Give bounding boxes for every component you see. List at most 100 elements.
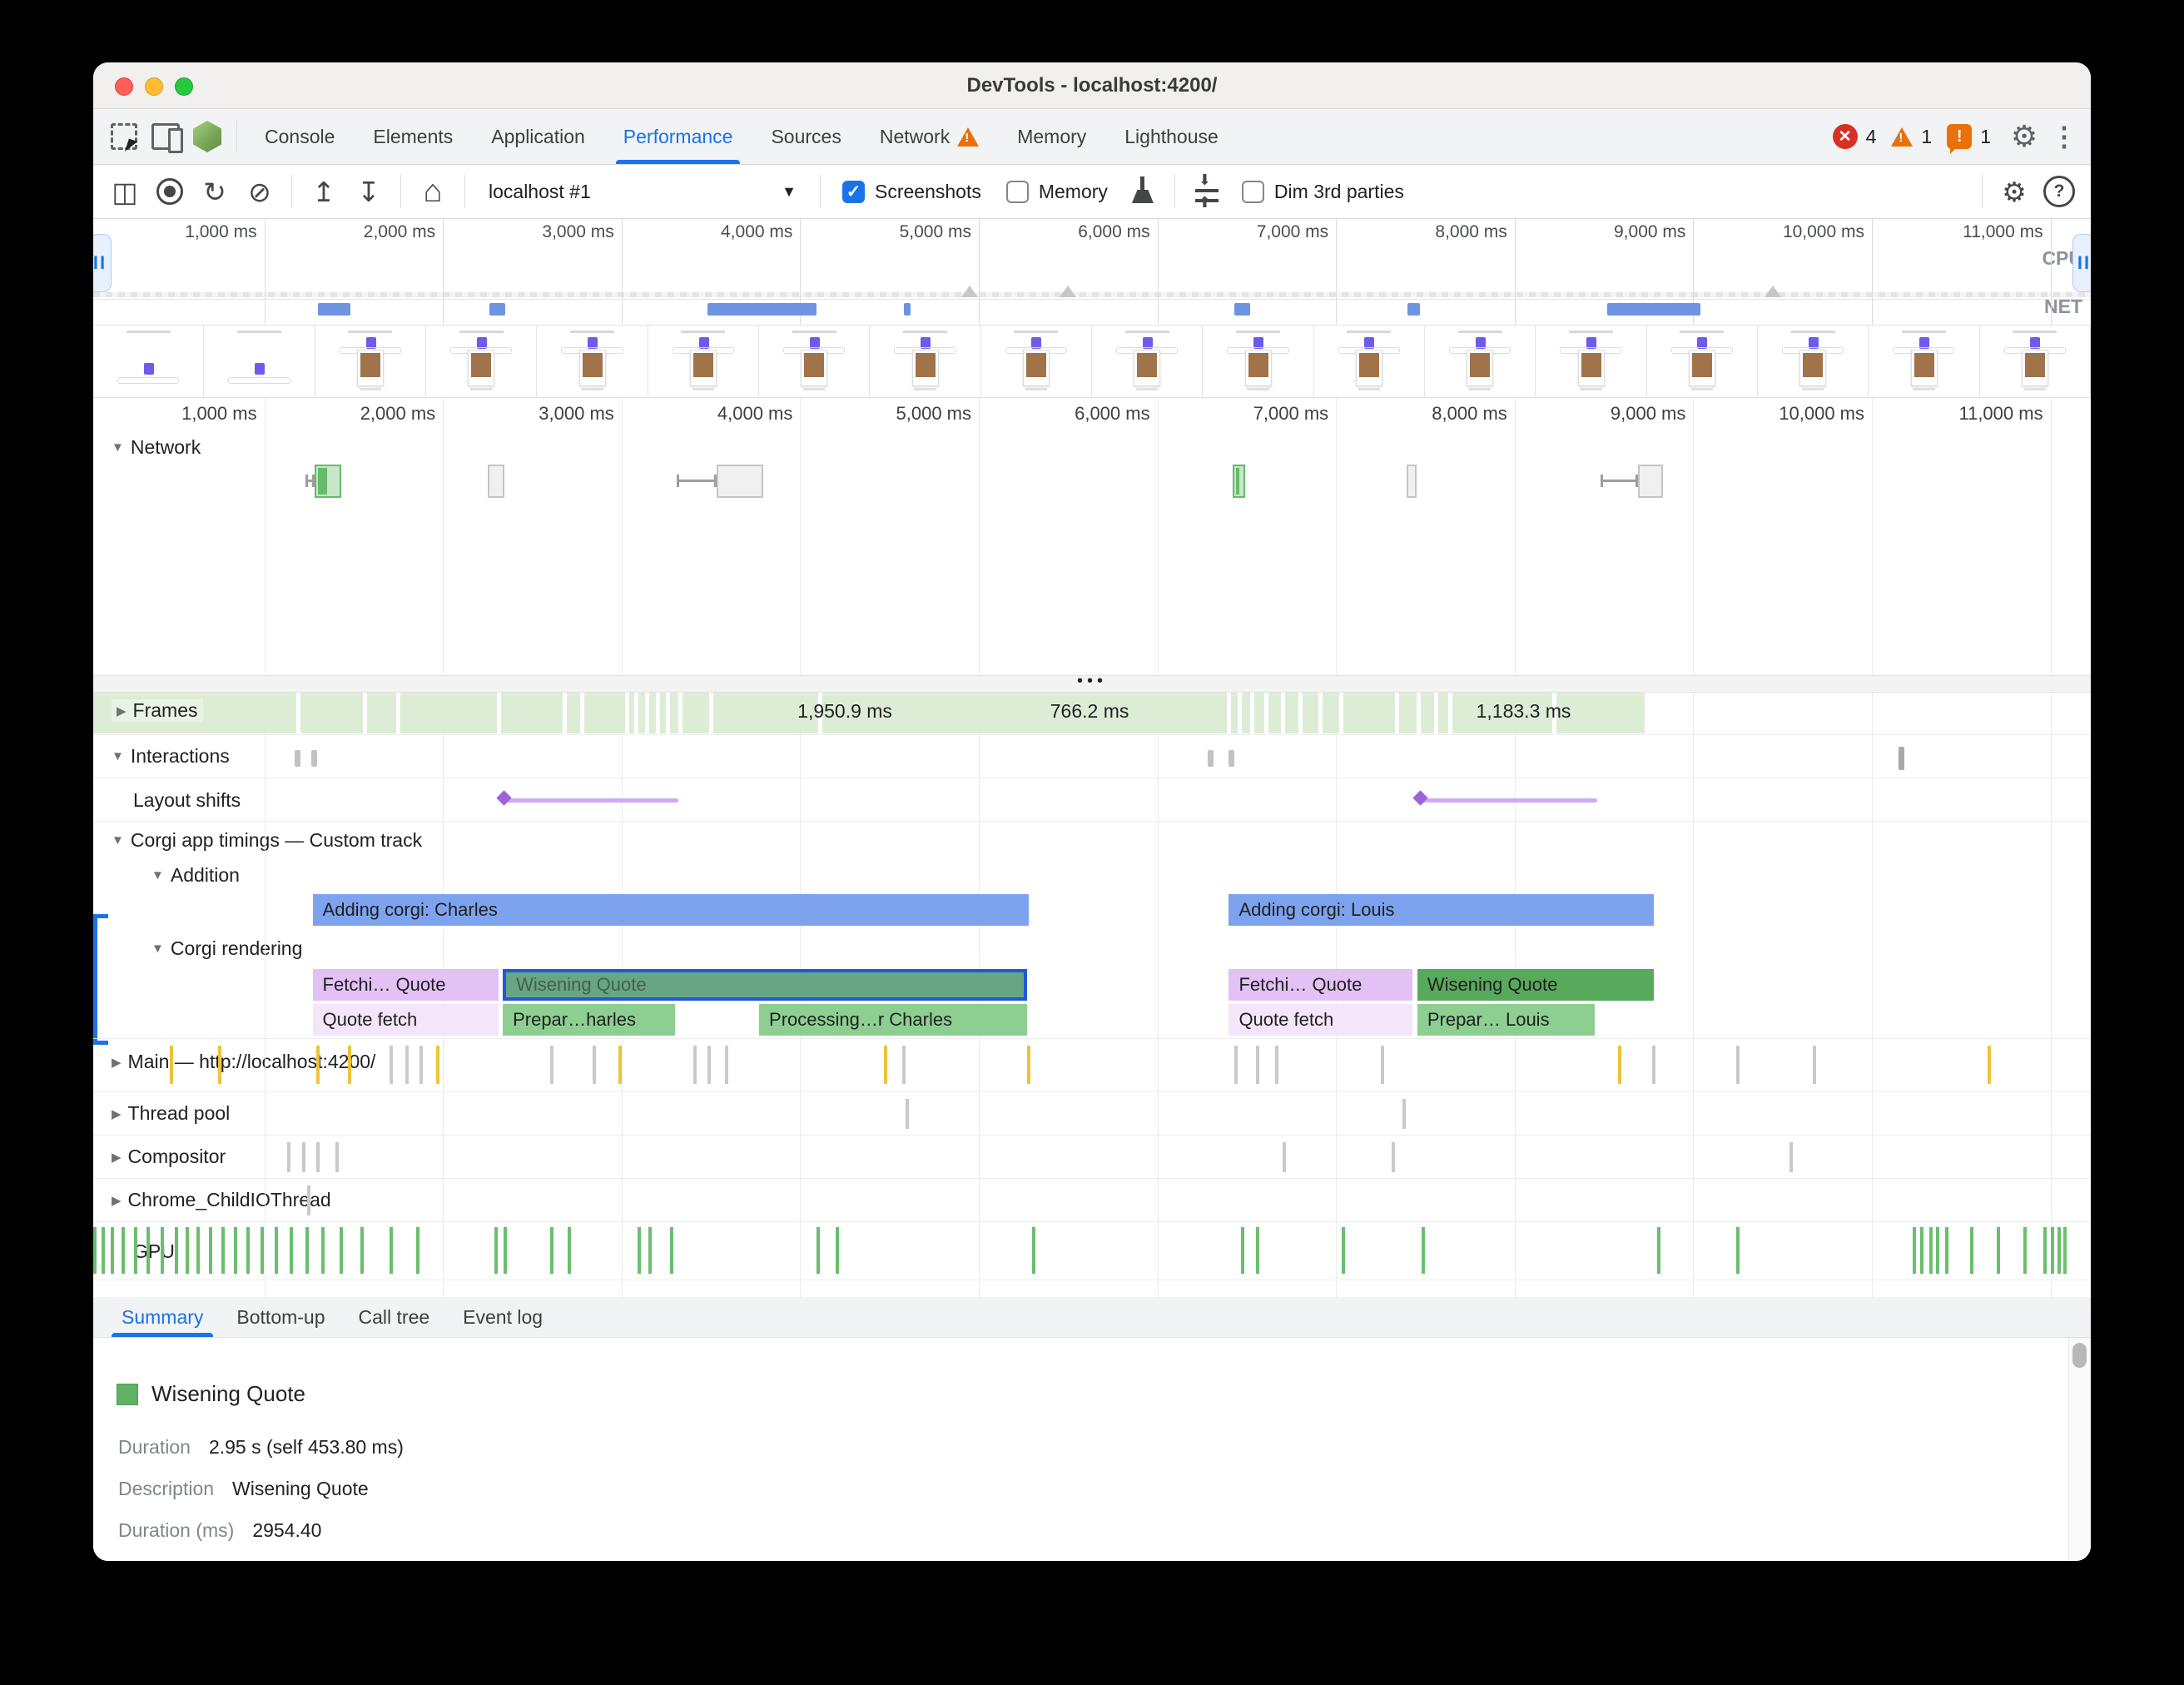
track-custom-rendering[interactable]: ▼ Corgi rendering bbox=[151, 937, 302, 960]
activity-tick[interactable] bbox=[307, 1185, 310, 1215]
activity-tick[interactable] bbox=[436, 1046, 439, 1084]
activity-tick[interactable] bbox=[568, 1227, 571, 1274]
track-layout-shifts[interactable]: Layout shifts bbox=[133, 789, 241, 812]
activity-tick[interactable] bbox=[1929, 1227, 1933, 1274]
timeline-overview[interactable]: CPU NET II II 1,000 ms2,000 ms3,000 ms4,… bbox=[93, 219, 2091, 326]
filmstrip-thumbnail[interactable] bbox=[1647, 326, 1758, 397]
activity-tick[interactable] bbox=[246, 1227, 250, 1274]
activity-tick[interactable] bbox=[340, 1227, 343, 1274]
track-compositor[interactable]: ▶ Compositor bbox=[112, 1146, 226, 1168]
flame-bar-selected[interactable]: Wisening Quote bbox=[503, 969, 1027, 1001]
flame-bar[interactable]: Quote fetch bbox=[313, 1004, 499, 1036]
activity-tick[interactable] bbox=[1283, 1142, 1286, 1172]
activity-tick[interactable] bbox=[2023, 1227, 2027, 1274]
tab-sources[interactable]: Sources bbox=[752, 109, 860, 164]
activity-tick[interactable] bbox=[2063, 1227, 2067, 1274]
activity-tick[interactable] bbox=[906, 1099, 909, 1129]
filmstrip-thumbnail[interactable] bbox=[1203, 326, 1313, 397]
details-scrollbar[interactable] bbox=[2068, 1338, 2091, 1561]
activity-tick[interactable] bbox=[550, 1046, 553, 1084]
track-thread-pool[interactable]: ▶ Thread pool bbox=[112, 1102, 230, 1125]
dim-3rd-parties-checkbox[interactable]: Dim 3rd parties bbox=[1232, 181, 1414, 203]
activity-tick[interactable] bbox=[390, 1227, 393, 1274]
flame-bar[interactable]: Prepar… Louis bbox=[1417, 1004, 1596, 1036]
filmstrip-thumbnail[interactable] bbox=[426, 326, 537, 397]
triangle-down-icon[interactable]: ▼ bbox=[112, 440, 124, 455]
warnings-badge-icon[interactable] bbox=[1891, 127, 1913, 147]
triangle-right-icon[interactable]: ▶ bbox=[112, 1150, 122, 1165]
flame-bar[interactable]: Fetchi… Quote bbox=[313, 969, 499, 1001]
flame-bar[interactable]: Processing…r Charles bbox=[759, 1004, 1027, 1036]
activity-tick[interactable] bbox=[316, 1046, 320, 1084]
triangle-down-icon[interactable]: ▼ bbox=[151, 868, 164, 882]
record-icon[interactable] bbox=[150, 171, 190, 211]
activity-tick[interactable] bbox=[134, 1227, 137, 1274]
issues-badge-icon[interactable]: ! bbox=[1947, 124, 1972, 149]
activity-tick[interactable] bbox=[593, 1046, 596, 1084]
upload-profile-icon[interactable]: ↥ bbox=[304, 171, 344, 211]
flamechart-tracks[interactable]: ▼ Network ▼ Interactions Layout shifts ▼… bbox=[93, 398, 2091, 1298]
activity-tick[interactable] bbox=[146, 1227, 150, 1274]
activity-tick[interactable] bbox=[670, 1227, 673, 1274]
details-tab-call-tree[interactable]: Call tree bbox=[345, 1297, 444, 1337]
activity-tick[interactable] bbox=[1241, 1227, 1244, 1274]
tab-console[interactable]: Console bbox=[246, 109, 354, 164]
activity-tick[interactable] bbox=[111, 1227, 114, 1274]
activity-tick[interactable] bbox=[1936, 1227, 1939, 1274]
overview-right-drag-handle[interactable]: II bbox=[2072, 234, 2091, 292]
activity-tick[interactable] bbox=[321, 1227, 325, 1274]
extension-hexagon-icon[interactable] bbox=[188, 117, 226, 156]
activity-tick[interactable] bbox=[1813, 1046, 1816, 1084]
filmstrip-thumbnail[interactable] bbox=[1869, 326, 1979, 397]
layout-shift-line[interactable] bbox=[505, 798, 679, 803]
activity-tick[interactable] bbox=[638, 1227, 641, 1274]
activity-tick[interactable] bbox=[218, 1046, 221, 1084]
triangle-down-icon[interactable]: ▼ bbox=[151, 942, 164, 956]
overview-left-drag-handle[interactable]: II bbox=[93, 234, 112, 292]
tab-elements[interactable]: Elements bbox=[354, 109, 472, 164]
filmstrip-thumbnail[interactable] bbox=[537, 326, 648, 397]
activity-tick[interactable] bbox=[1736, 1227, 1740, 1274]
details-tab-summary[interactable]: Summary bbox=[108, 1297, 216, 1337]
activity-tick[interactable] bbox=[1997, 1227, 2000, 1274]
activity-tick[interactable] bbox=[122, 1227, 125, 1274]
tab-network[interactable]: Network bbox=[861, 109, 998, 164]
activity-tick[interactable] bbox=[1618, 1046, 1621, 1084]
activity-tick[interactable] bbox=[1988, 1046, 1991, 1084]
settings-gear-icon[interactable]: ⚙ bbox=[2006, 119, 2043, 154]
activity-tick[interactable] bbox=[2057, 1227, 2061, 1274]
filmstrip-thumbnail[interactable] bbox=[1758, 326, 1869, 397]
activity-tick[interactable] bbox=[305, 1227, 309, 1274]
activity-tick[interactable] bbox=[348, 1046, 351, 1084]
activity-tick[interactable] bbox=[618, 1046, 622, 1084]
triangle-right-icon[interactable]: ▶ bbox=[117, 703, 127, 718]
activity-tick[interactable] bbox=[196, 1227, 200, 1274]
activity-tick[interactable] bbox=[234, 1227, 237, 1274]
flame-bar[interactable]: Fetchi… Quote bbox=[1228, 969, 1412, 1001]
activity-tick[interactable] bbox=[102, 1227, 105, 1274]
activity-tick[interactable] bbox=[1027, 1046, 1030, 1084]
interaction-mark[interactable] bbox=[1228, 750, 1234, 767]
filmstrip-thumbnail[interactable] bbox=[981, 326, 1092, 397]
track-custom-header[interactable]: ▼ Corgi app timings — Custom track bbox=[112, 829, 422, 852]
activity-tick[interactable] bbox=[1920, 1227, 1923, 1274]
activity-tick[interactable] bbox=[2051, 1227, 2054, 1274]
filmstrip-thumbnail[interactable] bbox=[1536, 326, 1646, 397]
track-interactions[interactable]: ▼ Interactions bbox=[112, 745, 230, 768]
close-window-button[interactable] bbox=[115, 77, 133, 96]
interaction-mark[interactable] bbox=[1208, 750, 1214, 767]
download-profile-icon[interactable]: ↧ bbox=[349, 171, 389, 211]
activity-tick[interactable] bbox=[2043, 1227, 2047, 1274]
help-icon[interactable]: ? bbox=[2039, 171, 2079, 211]
activity-tick[interactable] bbox=[494, 1227, 498, 1274]
profile-select[interactable]: localhost #1 ▼ bbox=[477, 181, 808, 203]
memory-checkbox[interactable]: Memory bbox=[996, 181, 1118, 203]
activity-tick[interactable] bbox=[360, 1227, 364, 1274]
flame-bar[interactable]: Adding corgi: Charles bbox=[313, 894, 1030, 926]
filmstrip-thumbnail[interactable] bbox=[93, 326, 204, 397]
triangle-down-icon[interactable]: ▼ bbox=[112, 749, 124, 763]
tab-application[interactable]: Application bbox=[472, 109, 604, 164]
interaction-mark[interactable] bbox=[1899, 747, 1904, 770]
activity-tick[interactable] bbox=[175, 1227, 178, 1274]
activity-tick[interactable] bbox=[836, 1227, 839, 1274]
